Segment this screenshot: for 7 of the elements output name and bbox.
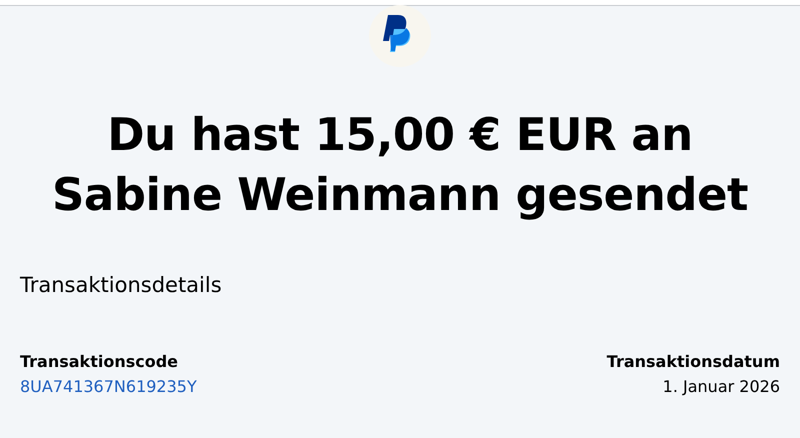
transaction-code-link[interactable]: 8UA741367N619235Y bbox=[20, 377, 197, 396]
logo-icon bbox=[369, 5, 431, 67]
section-title: Transaktionsdetails bbox=[20, 273, 223, 297]
detail-label: Transaktionscode bbox=[20, 352, 178, 371]
detail-label: Transaktionsdatum bbox=[606, 352, 780, 371]
page-heading: Du hast 15,00 € EUR an Sabine Weinmann gesendet bbox=[51, 107, 749, 223]
detail-value: 1. Januar 2026 bbox=[662, 377, 780, 396]
